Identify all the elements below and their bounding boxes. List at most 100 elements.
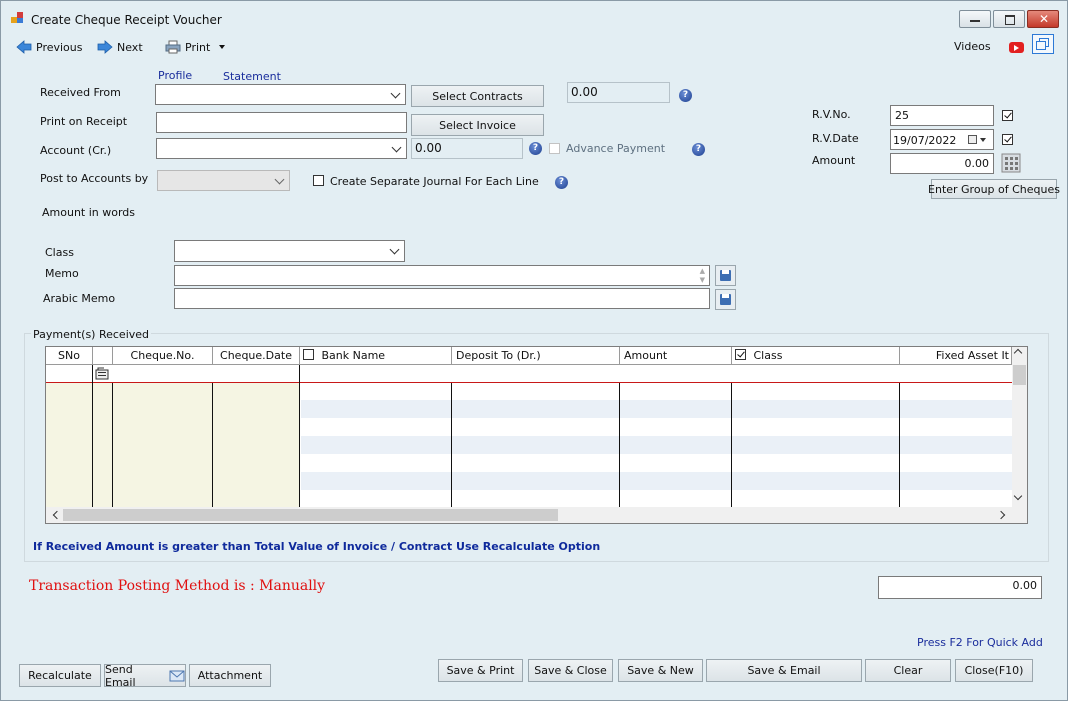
print-dropdown-icon [219, 45, 226, 49]
help-icon[interactable]: ? [692, 143, 705, 156]
help-icon[interactable]: ? [555, 176, 568, 189]
total-amount: 0.00 [878, 576, 1042, 599]
bank-name-label: Bank Name [321, 349, 386, 362]
new-row[interactable] [46, 365, 1012, 383]
save-new-button[interactable]: Save & New [618, 659, 703, 682]
col-header-fixed-asset[interactable]: Fixed Asset It [900, 347, 1012, 365]
attachment-button[interactable]: Attachment [189, 664, 271, 687]
quick-add-hint: Press F2 For Quick Add [917, 636, 1043, 649]
frozen-columns-area [46, 383, 300, 507]
posting-method-text: Transaction Posting Method is : Manually [29, 578, 326, 594]
account-value: 0.00 [411, 138, 523, 159]
horizontal-scroll-thumb[interactable] [63, 509, 558, 521]
previous-icon [16, 40, 32, 54]
calendar-dropdown-icon [980, 138, 986, 142]
account-label: Account (Cr.) [40, 144, 112, 157]
grid-vertical-scrollbar[interactable] [1012, 347, 1027, 507]
col-header-cheque-no[interactable]: Cheque.No. [113, 347, 213, 365]
help-icon[interactable]: ? [679, 89, 692, 102]
rv-date-checkbox[interactable] [1002, 134, 1013, 145]
save-icon[interactable] [715, 265, 736, 286]
post-to-accounts-label: Post to Accounts by [40, 172, 149, 185]
send-email-label: Send Email [105, 662, 136, 689]
maximize-icon [1005, 15, 1015, 25]
arabic-memo-input[interactable] [174, 288, 710, 309]
received-from-combo[interactable] [155, 84, 406, 105]
save-icon[interactable] [715, 289, 736, 310]
recalculate-button[interactable]: Recalculate [19, 664, 101, 687]
close-f10-button[interactable]: Close(F10) [955, 659, 1033, 682]
class-checkbox[interactable] [735, 349, 746, 360]
scroll-up-icon: ▲ [699, 267, 705, 275]
statement-link[interactable]: Statement [223, 70, 281, 83]
col-header-cheque-date[interactable]: Cheque.Date [213, 347, 300, 365]
restore-window-icon[interactable] [1032, 34, 1054, 54]
select-invoice-button[interactable]: Select Invoice [411, 114, 544, 136]
memo-input[interactable]: ▲ ▼ [174, 265, 710, 286]
col-header-bank-name[interactable]: Bank Name [300, 347, 452, 365]
profile-link[interactable]: Profile [158, 69, 192, 82]
advance-payment-checkbox[interactable] [549, 143, 560, 154]
save-print-button[interactable]: Save & Print [438, 659, 523, 682]
close-icon: ✕ [1039, 12, 1050, 26]
class-combo[interactable] [174, 240, 405, 262]
col-header-deposit-to[interactable]: Deposit To (Dr.) [452, 347, 620, 365]
contracts-value: 0.00 [567, 82, 670, 103]
enter-group-cheques-button[interactable]: Enter Group of Cheques [928, 179, 1060, 199]
grid-horizontal-scrollbar[interactable] [46, 507, 1027, 523]
youtube-icon[interactable] [1009, 42, 1024, 53]
save-email-button[interactable]: Save & Email [706, 659, 862, 682]
calculator-icon[interactable] [1001, 153, 1021, 173]
clear-button[interactable]: Clear [865, 659, 951, 682]
advance-payment-label: Advance Payment [566, 142, 666, 155]
amount-in-words-label: Amount in words [42, 206, 136, 219]
chevron-down-icon [274, 174, 285, 185]
rv-date-value: 19/07/2022 [893, 134, 957, 147]
col-header-sno[interactable]: SNo [46, 347, 93, 365]
rv-no-label: R.V.No. [812, 108, 851, 121]
minimize-button[interactable] [959, 10, 991, 28]
close-button[interactable]: ✕ [1027, 10, 1059, 28]
print-label: Print [185, 40, 211, 54]
new-row-icon [95, 367, 109, 380]
chevron-down-icon [390, 88, 401, 99]
rv-no-input[interactable]: 25 [890, 105, 994, 126]
col-header-blank[interactable] [93, 347, 113, 365]
next-button[interactable]: Next [97, 40, 143, 54]
help-icon[interactable]: ? [529, 142, 542, 155]
scroll-right-icon [996, 510, 1006, 520]
app-icon [11, 12, 24, 24]
rv-date-label: R.V.Date [812, 132, 859, 145]
printer-icon [165, 40, 181, 54]
minimize-icon [970, 20, 980, 22]
previous-label: Previous [36, 40, 83, 54]
post-to-accounts-combo[interactable] [157, 170, 290, 191]
amount-label: Amount [812, 154, 856, 167]
window-title: Create Cheque Receipt Voucher [31, 13, 222, 27]
separate-journal-label: Create Separate Journal For Each Line [330, 175, 539, 188]
bank-name-checkbox[interactable] [303, 349, 314, 360]
maximize-button[interactable] [993, 10, 1025, 28]
vertical-scroll-thumb[interactable] [1013, 365, 1026, 385]
save-close-button[interactable]: Save & Close [528, 659, 613, 682]
rv-no-checkbox[interactable] [1002, 110, 1013, 121]
col-header-class[interactable]: Class [732, 347, 900, 365]
send-email-button[interactable]: Send Email [104, 662, 186, 689]
account-combo[interactable] [156, 138, 407, 159]
scroll-left-icon [52, 510, 62, 520]
col-header-amount[interactable]: Amount [620, 347, 732, 365]
rv-date-picker[interactable]: 19/07/2022 [890, 129, 994, 150]
calendar-icon[interactable] [968, 135, 977, 144]
print-on-receipt-input[interactable] [156, 112, 407, 133]
previous-button[interactable]: Previous [16, 40, 83, 54]
payments-grid[interactable]: SNo Cheque.No. Cheque.Date Bank Name Dep… [45, 346, 1028, 524]
scroll-down-icon [1013, 491, 1023, 501]
scroll-up-icon [1013, 348, 1023, 358]
print-button[interactable]: Print [165, 40, 226, 54]
amount-input[interactable]: 0.00 [890, 153, 994, 174]
class-header-label: Class [753, 349, 783, 362]
arabic-memo-label: Arabic Memo [43, 292, 116, 305]
separate-journal-checkbox[interactable] [313, 175, 324, 186]
select-contracts-button[interactable]: Select Contracts [411, 85, 544, 107]
next-label: Next [117, 40, 143, 54]
